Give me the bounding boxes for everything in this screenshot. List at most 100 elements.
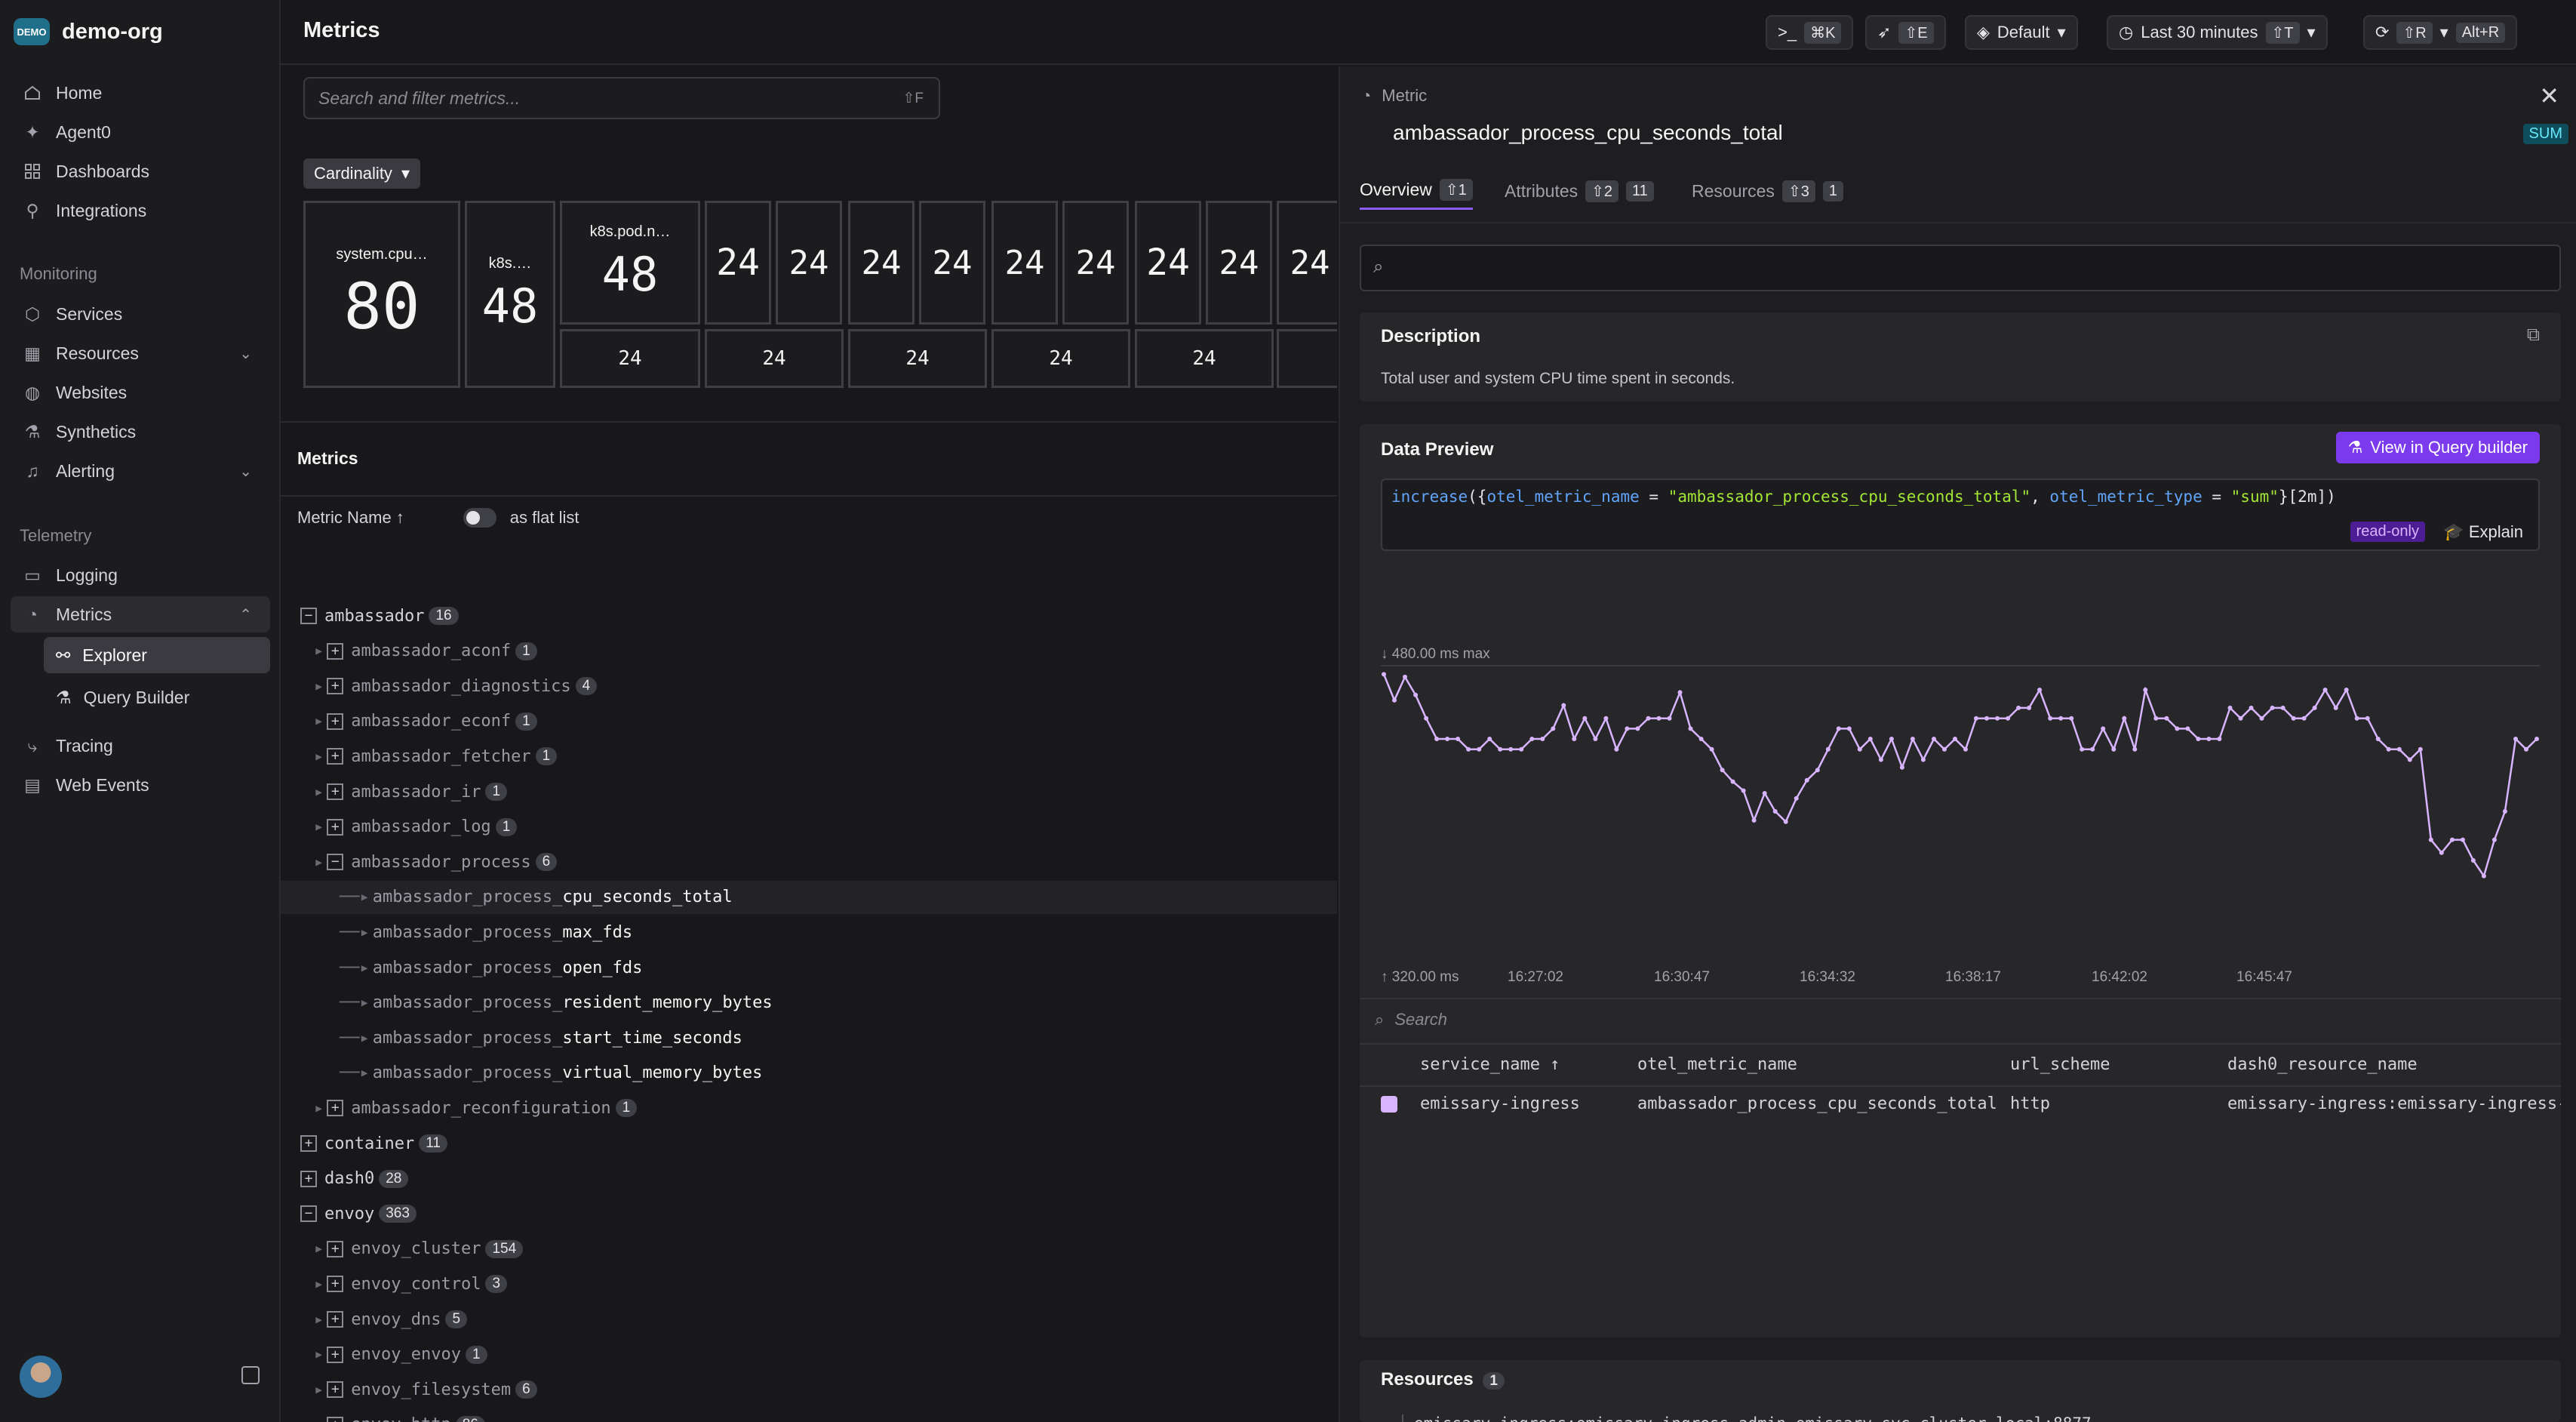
series-point[interactable]	[1910, 737, 1915, 741]
series-point[interactable]	[1804, 777, 1809, 783]
expand-icon[interactable]: +	[327, 1276, 344, 1293]
series-point[interactable]	[1762, 791, 1767, 796]
collapse-icon[interactable]: −	[300, 608, 317, 624]
tree-node[interactable]: ▸ + ambassador_log 1	[314, 811, 518, 844]
series-point[interactable]	[1540, 737, 1545, 741]
series-point[interactable]	[1783, 819, 1788, 824]
series-point[interactable]	[2259, 716, 2264, 721]
series-search-input[interactable]: ⌕ Search	[1375, 1010, 1447, 1030]
nav-query-builder[interactable]: ⚗ Query Builder	[44, 679, 270, 716]
series-point[interactable]	[2481, 873, 2486, 879]
series-point[interactable]	[2037, 688, 2043, 692]
series-point[interactable]	[2333, 705, 2338, 710]
series-point[interactable]	[1551, 726, 1556, 731]
series-point[interactable]	[2524, 746, 2528, 752]
series-point[interactable]	[1709, 746, 1714, 752]
series-point[interactable]	[1603, 716, 1609, 721]
series-point[interactable]	[2048, 716, 2053, 721]
series-point[interactable]	[2365, 716, 2370, 721]
column-header[interactable]: service_name ↑	[1420, 1055, 1560, 1074]
series-point[interactable]	[1825, 746, 1831, 752]
series-point[interactable]	[2502, 809, 2507, 814]
tree-node[interactable]: ▸ + ambassador_diagnostics 4	[314, 669, 598, 703]
expand-icon[interactable]: +	[327, 1311, 344, 1328]
nav-web-events[interactable]: ▤ Web Events	[11, 767, 270, 803]
column-header[interactable]: dash0_resource_name	[2227, 1055, 2418, 1074]
series-point[interactable]	[1413, 692, 1419, 697]
nav-explorer[interactable]: ⚯ Explorer	[44, 637, 270, 673]
series-point[interactable]	[2470, 858, 2476, 863]
nav-websites[interactable]: ◍ Websites	[11, 374, 270, 411]
tree-node[interactable]: ▸ + envoy_dns 5	[314, 1303, 468, 1336]
tree-leaf[interactable]: ──▸ ambassador_process_ cpu_seconds_total	[281, 880, 1337, 914]
series-point[interactable]	[2513, 737, 2518, 741]
tree-node[interactable]: ▸ + ambassador_fetcher 1	[314, 740, 558, 773]
tree-node[interactable]: ▸+ envoy_http 86	[314, 1408, 485, 1422]
copy-icon[interactable]: ⧉	[2527, 325, 2540, 346]
series-point[interactable]	[1920, 757, 1926, 762]
treemap-cell[interactable]: 24	[991, 201, 1058, 325]
series-point[interactable]	[2206, 737, 2212, 741]
tree-node[interactable]: + container 11	[300, 1127, 447, 1160]
series-point[interactable]	[2449, 837, 2455, 842]
series-point[interactable]	[1751, 817, 1757, 823]
metric-search-input[interactable]: Search and filter metrics... ⇧F	[303, 77, 940, 119]
series-point[interactable]	[2016, 705, 2021, 710]
series-point[interactable]	[1382, 672, 1386, 677]
tree-node[interactable]: ▸ + envoy_filesystem 6	[314, 1373, 537, 1406]
series-point[interactable]	[1974, 716, 1978, 721]
treemap-cell[interactable]: 24	[1062, 201, 1129, 325]
series-point[interactable]	[1720, 768, 1725, 773]
series-point[interactable]	[2006, 716, 2011, 721]
nav-resources[interactable]: ▦ Resources ⌄	[11, 335, 270, 371]
org-switcher[interactable]: DEMO demo-org	[14, 15, 163, 48]
treemap-cell[interactable]: k8s.pod.n… 48	[560, 201, 700, 325]
expand-icon[interactable]: +	[327, 818, 344, 836]
series-point[interactable]	[2386, 746, 2391, 752]
tree-leaf[interactable]: ──▸ ambassador_process_ open_fds	[340, 951, 642, 984]
series-point[interactable]	[2301, 716, 2307, 721]
series-point[interactable]	[1635, 726, 1640, 731]
series-point[interactable]	[1561, 703, 1566, 708]
series-point[interactable]	[1466, 746, 1471, 752]
view-in-query-builder-button[interactable]: ⚗ View in Query builder	[2335, 432, 2540, 463]
events-button[interactable]: ➶ ⇧E	[1865, 15, 1946, 50]
series-point[interactable]	[2291, 716, 2296, 721]
column-header[interactable]: otel_metric_name	[1637, 1055, 1797, 1074]
series-point[interactable]	[2227, 705, 2233, 710]
treemap-cell[interactable]: 24	[705, 201, 771, 325]
nav-logging[interactable]: ▭ Logging	[11, 557, 270, 593]
nav-integrations[interactable]: ⚲ Integrations	[11, 192, 270, 229]
treemap-cell[interactable]: 24	[848, 329, 987, 388]
series-point[interactable]	[1899, 765, 1904, 770]
expand-icon[interactable]: +	[300, 1170, 317, 1187]
series-point[interactable]	[1508, 746, 1514, 752]
series-point[interactable]	[2439, 850, 2444, 855]
treemap-cell[interactable]: k8s.… 48	[465, 201, 555, 388]
nav-alerting[interactable]: ♫ Alerting ⌄	[11, 453, 270, 489]
series-point[interactable]	[1392, 697, 1397, 703]
series-point[interactable]	[2280, 705, 2286, 710]
tree-node[interactable]: ▸ + ambassador_reconfiguration 1	[314, 1091, 638, 1125]
series-point[interactable]	[1519, 746, 1524, 752]
series-point[interactable]	[2344, 688, 2349, 692]
tree-node[interactable]: ▸ + envoy_envoy 1	[314, 1338, 487, 1371]
refresh-button[interactable]: ⟳ ⇧R ▾ Alt+R	[2363, 15, 2518, 50]
series-point[interactable]	[2375, 737, 2381, 741]
series-point[interactable]	[1582, 716, 1588, 721]
explain-button[interactable]: 🎓 Explain	[2443, 522, 2523, 542]
expand-icon[interactable]: +	[327, 642, 344, 660]
series-point[interactable]	[2164, 716, 2169, 721]
series-point[interactable]	[1878, 757, 1883, 762]
series-color-swatch[interactable]	[1381, 1096, 1397, 1113]
nav-dashboards[interactable]: Dashboards	[11, 153, 270, 189]
preview-line-chart[interactable]	[1381, 664, 2540, 891]
nav-metrics[interactable]: ◔ Metrics ⌃	[11, 596, 270, 633]
series-point[interactable]	[1963, 746, 1968, 752]
series-point[interactable]	[1984, 716, 1989, 721]
series-point[interactable]	[2407, 757, 2412, 762]
environment-select[interactable]: ◈ Default ▾	[1965, 15, 2078, 50]
series-point[interactable]	[1688, 726, 1693, 731]
tab-overview[interactable]: Overview ⇧1	[1360, 172, 1473, 210]
series-point[interactable]	[2535, 737, 2539, 741]
